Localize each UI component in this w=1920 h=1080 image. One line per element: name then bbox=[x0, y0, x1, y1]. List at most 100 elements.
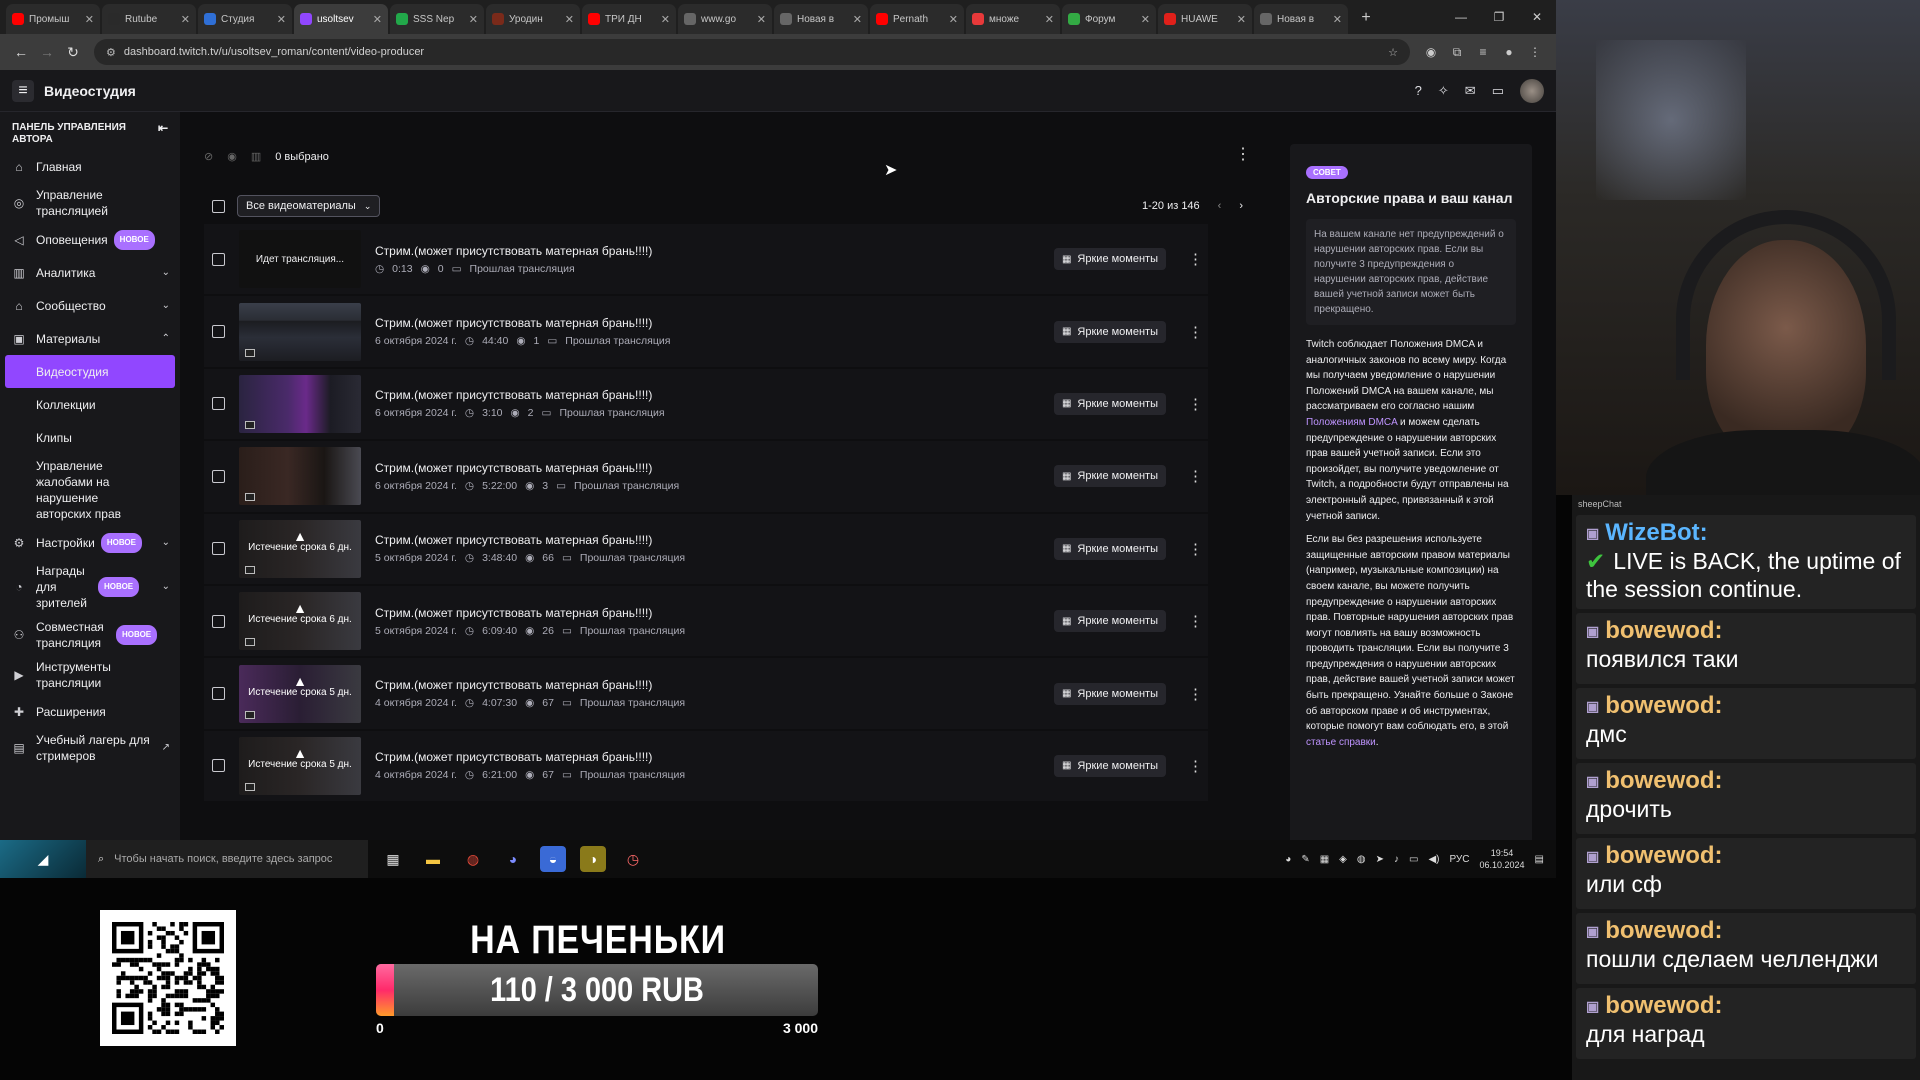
sidebar-item-collab[interactable]: ⚇ Совместная трансляция НОВОЕ bbox=[0, 615, 180, 655]
tab-close-icon[interactable]: ✕ bbox=[661, 13, 670, 26]
discord-icon[interactable]: ◕ bbox=[500, 846, 526, 872]
browser-tab[interactable]: HUAWE ✕ bbox=[1158, 4, 1252, 34]
browser-tab[interactable]: Уродин ✕ bbox=[486, 4, 580, 34]
trash-icon[interactable]: ▥ bbox=[251, 150, 261, 163]
video-title[interactable]: Стрим.(может присутствовать матерная бра… bbox=[375, 533, 1054, 547]
browser-tab[interactable]: www.go ✕ bbox=[678, 4, 772, 34]
mic-icon[interactable]: ♪ bbox=[1394, 854, 1399, 865]
browser-tab[interactable]: ТРИ ДН ✕ bbox=[582, 4, 676, 34]
tab-close-icon[interactable]: ✕ bbox=[757, 13, 766, 26]
url-input[interactable]: ⚙ dashboard.twitch.tv/u/usoltsev_roman/c… bbox=[94, 39, 1410, 65]
video-row[interactable]: ▲ Истечение срока 6 дн. Стрим.(может прису… bbox=[204, 585, 1208, 659]
video-thumbnail[interactable]: ▲ Истечение срока 6 дн. bbox=[239, 592, 361, 651]
video-title[interactable]: Стрим.(может присутствовать матерная бра… bbox=[375, 244, 1054, 258]
browser-tab[interactable]: Новая в ✕ bbox=[1254, 4, 1348, 34]
bookmark-star-icon[interactable]: ☆ bbox=[1388, 46, 1398, 59]
sidebar-item-extensions[interactable]: ✚ Расширения bbox=[0, 695, 180, 728]
video-thumbnail[interactable] bbox=[239, 374, 361, 433]
sidebar-item-clips[interactable]: Клипы bbox=[0, 421, 180, 454]
clock[interactable]: 19:54 06.10.2024 bbox=[1480, 847, 1525, 871]
sidebar-item-community[interactable]: ⌂ Сообщество ⌄ bbox=[0, 289, 180, 322]
sidebar-item-bootcamp[interactable]: ▤ Учебный лагерь для стримеров ↗ bbox=[0, 728, 180, 768]
tab-close-icon[interactable]: ✕ bbox=[565, 13, 574, 26]
video-thumbnail[interactable]: Идет трансляция... bbox=[239, 230, 361, 289]
sidebar-item-alerts[interactable]: ◁ Оповещения НОВОЕ bbox=[0, 223, 180, 256]
video-thumbnail[interactable] bbox=[239, 447, 361, 506]
video-thumbnail[interactable]: ▲ Истечение срока 5 дн. bbox=[239, 664, 361, 723]
browser-tab[interactable]: Новая в ✕ bbox=[774, 4, 868, 34]
task-view-icon[interactable]: ▦ bbox=[380, 846, 406, 872]
row-more-icon[interactable]: ⋮ bbox=[1188, 757, 1203, 775]
sidebar-item-video-studio[interactable]: Видеостудия bbox=[5, 355, 175, 388]
sidebar-item-materials[interactable]: ▣ Материалы ⌃ bbox=[0, 322, 180, 355]
browser-tab[interactable]: Rutube ✕ bbox=[102, 4, 196, 34]
browser-tab[interactable]: usoltsev ✕ bbox=[294, 4, 388, 34]
video-thumbnail[interactable]: ▲ Истечение срока 6 дн. bbox=[239, 519, 361, 578]
browser-menu-icon[interactable]: ⋮ bbox=[1522, 39, 1548, 65]
row-more-icon[interactable]: ⋮ bbox=[1188, 612, 1203, 630]
row-checkbox[interactable] bbox=[212, 614, 225, 628]
tab-close-icon[interactable]: ✕ bbox=[85, 13, 94, 26]
video-type-select[interactable]: Все видеоматериалы ⌄ bbox=[237, 195, 381, 217]
prev-page-icon[interactable]: ‹ bbox=[1218, 200, 1222, 212]
highlights-button[interactable]: ▦ Яркие моменты bbox=[1053, 248, 1166, 271]
reload-icon[interactable]: ↻ bbox=[60, 39, 86, 65]
more-options-icon[interactable]: ⋮ bbox=[1235, 144, 1251, 164]
tray-pen-icon[interactable]: ✎ bbox=[1301, 854, 1309, 865]
network-icon[interactable]: ▭ bbox=[1409, 854, 1418, 865]
sidebar-item-collections[interactable]: Коллекции bbox=[0, 388, 180, 421]
extension-icon[interactable]: ◉ bbox=[1418, 39, 1444, 65]
video-row[interactable]: Идет трансляция... Стрим.(может присутств… bbox=[204, 224, 1208, 297]
minimize-icon[interactable]: — bbox=[1442, 0, 1480, 34]
browser-tab[interactable]: Pernath ✕ bbox=[870, 4, 964, 34]
tab-close-icon[interactable]: ✕ bbox=[1141, 13, 1150, 26]
menu-icon[interactable]: ≡ bbox=[12, 79, 34, 102]
row-more-icon[interactable]: ⋮ bbox=[1188, 323, 1203, 341]
highlights-button[interactable]: ▦ Яркие моменты bbox=[1053, 610, 1166, 633]
tab-close-icon[interactable]: ✕ bbox=[853, 13, 862, 26]
video-thumbnail[interactable] bbox=[239, 302, 361, 361]
video-title[interactable]: Стрим.(может присутствовать матерная бра… bbox=[375, 461, 1054, 475]
tray-grid-icon[interactable]: ▦ bbox=[1320, 854, 1329, 865]
tray-telegram-icon[interactable]: ➤ bbox=[1376, 854, 1384, 865]
video-title[interactable]: Стрим.(может присутствовать матерная бра… bbox=[375, 388, 1054, 402]
video-row[interactable]: ▲ Истечение срока 5 дн. Стрим.(может прису… bbox=[204, 658, 1208, 731]
row-checkbox[interactable] bbox=[212, 469, 225, 483]
tab-close-icon[interactable]: ✕ bbox=[469, 13, 478, 26]
row-checkbox[interactable] bbox=[212, 687, 225, 701]
row-checkbox[interactable] bbox=[212, 325, 225, 339]
site-info-icon[interactable]: ⚙ bbox=[106, 46, 116, 59]
sidebar-item-settings[interactable]: ⚙ Настройки НОВОЕ ⌄ bbox=[0, 526, 180, 559]
tab-close-icon[interactable]: ✕ bbox=[1045, 13, 1054, 26]
sidebar-item-home[interactable]: ⌂ Главная bbox=[0, 150, 180, 183]
highlights-button[interactable]: ▦ Яркие моменты bbox=[1053, 537, 1166, 560]
video-row[interactable]: Стрим.(может присутствовать матерная бра… bbox=[204, 368, 1208, 442]
whispers-icon[interactable]: ▭ bbox=[1492, 83, 1504, 99]
browser-tab[interactable]: Студия ✕ bbox=[198, 4, 292, 34]
highlights-button[interactable]: ▦ Яркие моменты bbox=[1053, 754, 1166, 777]
chrome-icon[interactable]: ◍ bbox=[460, 846, 486, 872]
hide-icon[interactable]: ⊘ bbox=[204, 150, 213, 163]
close-window-icon[interactable]: ✕ bbox=[1518, 0, 1556, 34]
dmca-link[interactable]: Положениям DMCA bbox=[1306, 417, 1397, 428]
video-row[interactable]: Стрим.(может присутствовать матерная бра… bbox=[204, 441, 1208, 514]
video-title[interactable]: Стрим.(может присутствовать матерная бра… bbox=[375, 750, 1054, 764]
media-icon[interactable]: ≡ bbox=[1470, 39, 1496, 65]
app2-icon[interactable]: ◷ bbox=[620, 846, 646, 872]
tray-discord-icon[interactable]: ◕ bbox=[1285, 854, 1291, 865]
language-indicator[interactable]: РУС bbox=[1449, 854, 1469, 865]
video-title[interactable]: Стрим.(может присутствовать матерная бра… bbox=[375, 316, 1054, 330]
row-checkbox[interactable] bbox=[212, 759, 225, 773]
tray-chrome-icon[interactable]: ◍ bbox=[1357, 854, 1366, 865]
browser-tab[interactable]: множе ✕ bbox=[966, 4, 1060, 34]
highlights-button[interactable]: ▦ Яркие моменты bbox=[1053, 682, 1166, 705]
volume-icon[interactable]: ◀) bbox=[1428, 854, 1439, 865]
eye-icon[interactable]: ◉ bbox=[227, 150, 237, 163]
help-icon[interactable]: ? bbox=[1415, 83, 1422, 98]
sidebar-item-rewards[interactable]: ◔ Награды для зрителей НОВОЕ ⌄ bbox=[0, 559, 180, 615]
maximize-icon[interactable]: ❐ bbox=[1480, 0, 1518, 34]
sidebar-item-copyright[interactable]: Управление жалобами на нарушение авторск… bbox=[0, 454, 180, 526]
profile-icon[interactable]: ● bbox=[1496, 39, 1522, 65]
inbox-icon[interactable]: ✉ bbox=[1465, 83, 1476, 99]
row-checkbox[interactable] bbox=[212, 542, 225, 556]
